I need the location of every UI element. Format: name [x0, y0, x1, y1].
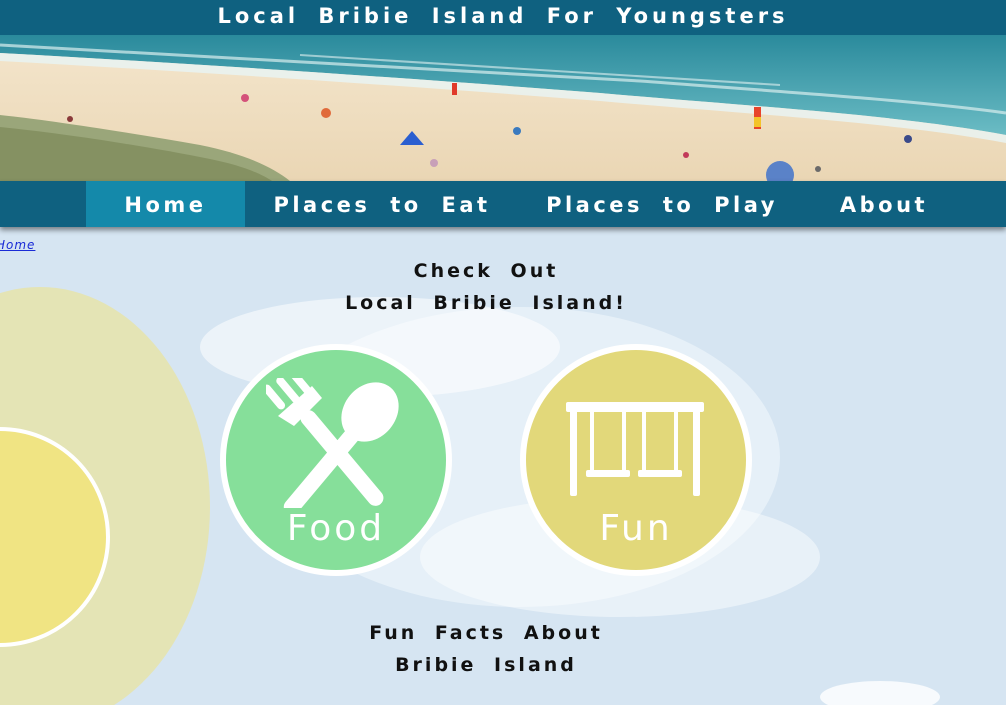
nav-item-home[interactable]: Home	[86, 181, 245, 227]
food-label: Food	[286, 508, 386, 549]
beach-photo	[0, 35, 1006, 181]
site-title: Local Bribie Island For Youngsters	[0, 0, 1006, 35]
nav-item-places-to-eat[interactable]: Places to Eat	[262, 181, 502, 227]
swing-set-icon	[566, 402, 704, 496]
hero-beach-image	[0, 35, 1006, 181]
food-card-link[interactable]: Food	[216, 340, 456, 580]
fork-spoon-icon	[266, 378, 399, 508]
intro-heading: Check Out Local Bribie Island!	[286, 255, 686, 319]
facts-line-1: Fun Facts About	[369, 622, 603, 644]
main-nav: Home Places to Eat Places to Play About	[0, 181, 1006, 227]
fun-label: Fun	[599, 508, 673, 549]
breadcrumb-home-link[interactable]: Home	[0, 238, 35, 252]
intro-line-1: Check Out	[413, 260, 559, 282]
facts-line-2: Bribie Island	[395, 654, 577, 676]
facts-heading: Fun Facts About Bribie Island	[286, 617, 686, 681]
intro-line-2: Local Bribie Island!	[345, 292, 627, 314]
fun-card-link[interactable]: Fun	[516, 340, 756, 580]
nav-item-about[interactable]: About	[824, 181, 944, 227]
nav-item-places-to-play[interactable]: Places to Play	[540, 181, 784, 227]
